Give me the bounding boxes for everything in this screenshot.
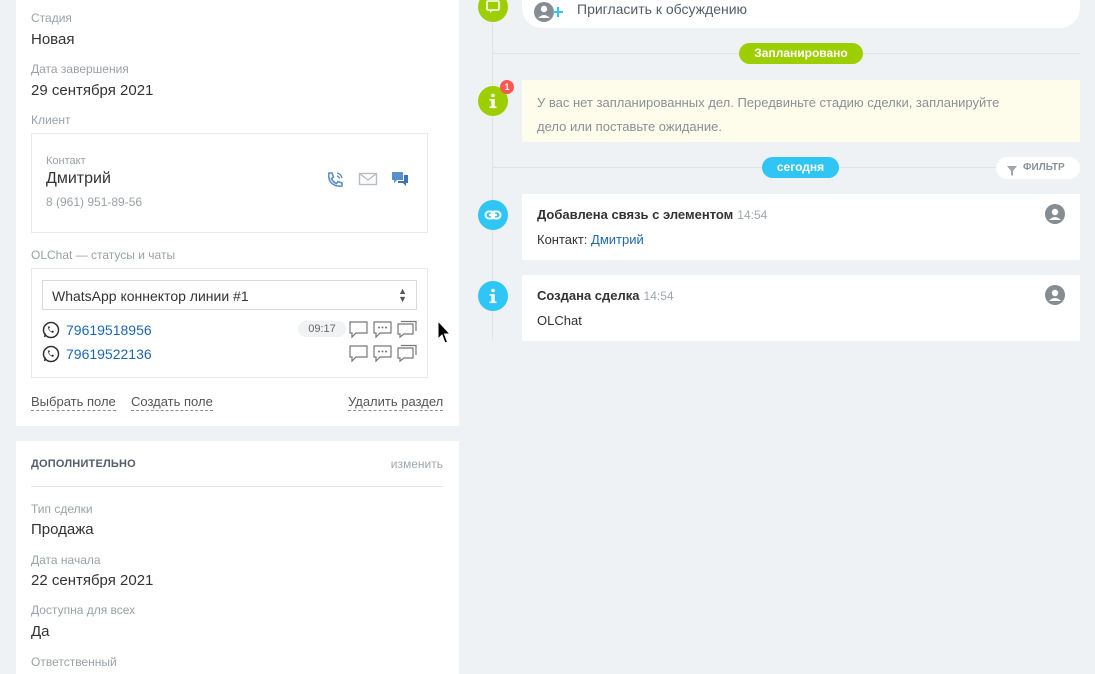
comment-node-icon	[478, 0, 508, 22]
contact-card: Контакт Дмитрий 8 (961) 951-89-56	[31, 133, 428, 233]
stage-value[interactable]: Новая	[31, 31, 74, 48]
contact-phone: 8 (961) 951-89-56	[46, 195, 143, 209]
notification-badge: 1	[500, 80, 514, 94]
mail-icon[interactable]	[358, 170, 378, 188]
entry-title: Добавлена связь с элементом 14:54	[537, 207, 767, 222]
deal-type-label: Тип сделки	[31, 502, 93, 516]
entry-title-text: Создана сделка	[537, 288, 640, 303]
available-label: Доступна для всех	[31, 603, 136, 617]
deal-fields-card: Стадия Новая Дата завершения 29 сентября…	[16, 0, 459, 426]
invite-bar[interactable]: Пригласить к обсуждению	[522, 0, 1080, 28]
start-date-value[interactable]: 22 сентября 2021	[31, 572, 153, 589]
chat-message-icon[interactable]	[372, 344, 394, 364]
end-date-value[interactable]: 29 сентября 2021	[31, 82, 153, 99]
chat-history-icon[interactable]	[396, 320, 418, 340]
link-node-icon	[478, 200, 508, 230]
stage-label: Стадия	[31, 11, 72, 25]
client-label: Клиент	[31, 113, 71, 127]
last-message-time: 09:17	[298, 321, 346, 337]
filter-button[interactable]: ФИЛЬТР	[996, 157, 1080, 179]
entry-body-prefix: Контакт:	[537, 232, 592, 247]
start-date-label: Дата начала	[31, 553, 101, 567]
choose-field-link[interactable]: Выбрать поле	[31, 394, 116, 411]
chat-open-icon[interactable]	[348, 344, 370, 364]
edit-section-link[interactable]: изменить	[391, 457, 443, 471]
planned-notice: У вас нет запланированных дел. Передвинь…	[522, 80, 1080, 142]
chat-icon[interactable]	[390, 170, 410, 188]
chat-message-icon[interactable]	[372, 320, 394, 340]
entry-body: Контакт: Дмитрий	[537, 232, 644, 247]
contact-name[interactable]: Дмитрий	[46, 170, 111, 188]
olchat-box: WhatsApp коннектор линии #1 ▲ ▼ 796195189…	[31, 268, 428, 378]
connector-select[interactable]: WhatsApp коннектор линии #1 ▲ ▼	[42, 280, 417, 310]
invite-icon	[534, 0, 566, 24]
olchat-phone-row: 79619518956 09:17	[42, 320, 422, 340]
info-node-icon	[478, 281, 508, 311]
responsible-label: Ответственный	[31, 655, 117, 669]
divider	[31, 486, 443, 487]
create-field-link[interactable]: Создать поле	[131, 394, 213, 411]
entry-time: 14:54	[737, 208, 768, 222]
entry-time: 14:54	[643, 289, 674, 303]
entry-body: OLChat	[537, 313, 582, 328]
connector-select-value: WhatsApp коннектор линии #1	[52, 288, 249, 304]
available-value[interactable]: Да	[31, 623, 50, 640]
contact-label: Контакт	[46, 155, 86, 167]
olchat-phone-number[interactable]: 79619518956	[66, 322, 152, 338]
delete-section-link[interactable]: Удалить раздел	[348, 394, 444, 411]
today-pill: сегодня	[762, 157, 839, 178]
entry-title-text: Добавлена связь с элементом	[537, 207, 734, 222]
timeline-entry: Добавлена связь с элементом 14:54 Контакт…	[522, 194, 1080, 260]
deal-type-value[interactable]: Продажа	[31, 521, 94, 538]
end-date-label: Дата завершения	[31, 62, 129, 76]
filter-icon	[1007, 163, 1017, 176]
section-title: ДОПОЛНИТЕЛЬНО	[31, 458, 136, 470]
mouse-cursor-icon	[437, 319, 452, 346]
additional-section: ДОПОЛНИТЕЛЬНО изменить Тип сделки Продаж…	[16, 441, 459, 674]
phone-icon[interactable]	[325, 170, 345, 188]
planned-pill: Запланировано	[739, 43, 863, 64]
olchat-label: OLChat — статусы и чаты	[31, 248, 176, 262]
entry-title: Создана сделка 14:54	[537, 288, 674, 303]
user-avatar-icon[interactable]	[1045, 285, 1065, 305]
invite-text: Пригласить к обсуждению	[577, 1, 748, 17]
chat-open-icon[interactable]	[348, 320, 370, 340]
whatsapp-icon	[42, 321, 60, 339]
planned-notice-text: У вас нет запланированных дел. Передвинь…	[537, 95, 1000, 134]
timeline-entry: Создана сделка 14:54 OLChat	[522, 275, 1080, 341]
olchat-phone-row: 79619522136	[42, 344, 422, 364]
contact-link[interactable]: Дмитрий	[591, 232, 644, 247]
olchat-phone-number[interactable]: 79619522136	[66, 346, 152, 362]
select-arrows-icon: ▲ ▼	[398, 286, 407, 304]
filter-label: ФИЛЬТР	[1023, 162, 1065, 173]
user-avatar-icon[interactable]	[1045, 204, 1065, 224]
chat-history-icon[interactable]	[396, 344, 418, 364]
whatsapp-icon	[42, 345, 60, 363]
